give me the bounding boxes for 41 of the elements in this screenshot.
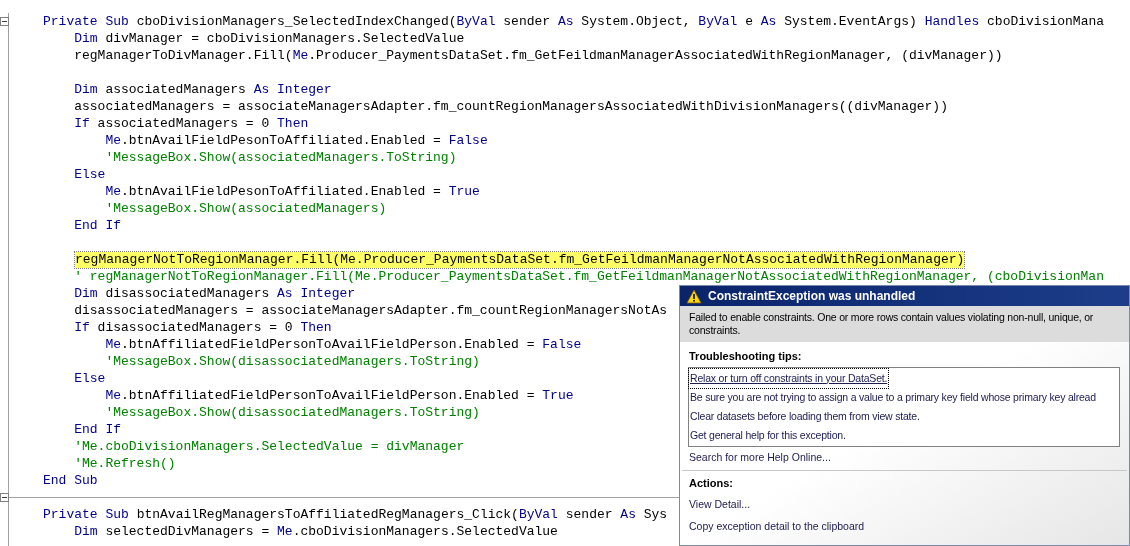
code-line: Dim selectedDivManagers = Me.cboDivisionManagers.SelectedValue bbox=[73, 523, 558, 540]
code-line: Private Sub btnAvailRegManagersToAffiliatedRegManagers_Click(ByVal sender As Sys bbox=[43, 506, 668, 523]
error-message: Failed to enable constraints. One or more rows contain values violating non-null, unique, or constraints. bbox=[689, 311, 1095, 337]
code-line: If associatedManagers = 0 Then bbox=[73, 115, 309, 132]
code-line: End If bbox=[73, 217, 121, 234]
search-online-link[interactable]: Search for more Help Online... bbox=[689, 446, 1120, 469]
tip-link[interactable]: Get general help for this exception. bbox=[689, 425, 847, 445]
code-line: 'MessageBox.Show(associatedManagers.ToString) bbox=[104, 149, 457, 166]
code-line: 'MessageBox.Show(associatedManagers) bbox=[104, 200, 387, 217]
code-line: Private Sub cboDivisionManagers_SelectedIndexChanged(ByVal sender As System.Object, ByVal e As System.EventArgs) Handles cboDivisionMana bbox=[43, 13, 1105, 30]
code-line: 'MessageBox.Show(disassociatedManagers.ToString) bbox=[104, 404, 480, 421]
code-line: 'Me.Refresh() bbox=[73, 455, 176, 472]
code-line: 'MessageBox.Show(disassociatedManagers.ToString) bbox=[104, 353, 480, 370]
action-link[interactable]: Copy exception detail to the clipboard bbox=[689, 515, 865, 538]
code-line: Me.btnAvailFieldPesonToAffiliated.Enabled = False bbox=[104, 132, 488, 149]
code-line: End If bbox=[73, 421, 121, 438]
code-line: 'Me.cboDivisionManagers.SelectedValue = divManager bbox=[73, 438, 465, 455]
code-line: disassociatedManagers = associateManagersAdapter.fm_countRegionManagersNotAs bbox=[73, 302, 668, 319]
code-line: Dim associatedManagers As Integer bbox=[73, 81, 332, 98]
collapse-icon[interactable] bbox=[0, 17, 9, 26]
code-line: associatedManagers = associateManagersAdapter.fm_countRegionManagersAssociatedWithDivisionManagers((divManager)) bbox=[73, 98, 948, 115]
code-line: End Sub bbox=[43, 472, 98, 489]
code-line: ' regManagerNotToRegionManager.Fill(Me.Producer_PaymentsDataSet.fm_GetFeildmanManagerNotAssociatedWithRegionManager, (cboDivisionMan bbox=[73, 268, 1104, 285]
code-line: Me.btnAvailFieldPesonToAffiliated.Enabled = True bbox=[104, 183, 480, 200]
tip-link[interactable]: Relax or turn off constraints in your DataSet. bbox=[689, 368, 889, 388]
code-line: Me.btnAffiliatedFieldPersonToAvailFieldPerson.Enabled = True bbox=[104, 387, 574, 404]
code-line: Dim divManager = cboDivisionManagers.SelectedValue bbox=[73, 30, 465, 47]
action-link[interactable]: View Detail... bbox=[689, 493, 751, 516]
code-line: Me.btnAffiliatedFieldPersonToAvailFieldPerson.Enabled = False bbox=[104, 336, 582, 353]
dialog-title: ConstraintException was unhandled bbox=[708, 288, 916, 305]
warning-icon bbox=[686, 288, 702, 304]
code-line: Else bbox=[73, 166, 106, 183]
code-line: If disassociatedManagers = 0 Then bbox=[73, 319, 332, 336]
section-heading: Actions: bbox=[689, 476, 734, 492]
code-line: regManagerToDivManager.Fill(Me.Producer_PaymentsDataSet.fm_GetFeildmanManagerAssociatedWithRegionManager, (divManager)) bbox=[73, 47, 1003, 64]
section-heading: Troubleshooting tips: bbox=[689, 349, 803, 364]
tip-link[interactable]: Clear datasets before loading them from view state. bbox=[689, 406, 921, 426]
tip-link[interactable]: Be sure you are not trying to assign a value to a primary key field whose primary key alread bbox=[689, 387, 1097, 407]
collapse-icon[interactable] bbox=[0, 493, 9, 502]
code-line: Else bbox=[73, 370, 106, 387]
code-line: Dim disassociatedManagers As Integer bbox=[73, 285, 356, 302]
